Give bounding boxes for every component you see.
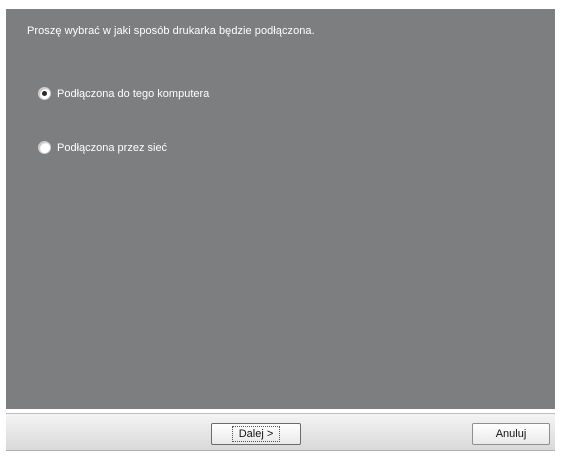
instruction-text: Proszę wybrać w jaki sposób drukarka będ…: [27, 25, 315, 37]
printer-connection-dialog: Proszę wybrać w jaki sposób drukarka będ…: [0, 0, 561, 458]
radio-option-local-computer[interactable]: Podłączona do tego komputera: [38, 87, 209, 100]
cancel-button[interactable]: Anuluj: [472, 423, 550, 445]
radio-option-network[interactable]: Podłączona przez sieć: [38, 141, 167, 154]
content-panel: [6, 9, 555, 409]
next-button[interactable]: Dalej >: [211, 423, 301, 445]
radio-option-label: Podłączona przez sieć: [57, 141, 168, 154]
cancel-button-label: Anuluj: [495, 428, 527, 440]
next-button-label: Dalej >: [231, 426, 281, 442]
radio-button-selected-icon[interactable]: [38, 87, 51, 100]
radio-dot-icon: [42, 91, 47, 96]
radio-option-label: Podłączona do tego komputera: [57, 87, 210, 100]
radio-button-unselected-icon[interactable]: [38, 141, 51, 154]
button-bar: Dalej > Anuluj: [6, 413, 555, 451]
